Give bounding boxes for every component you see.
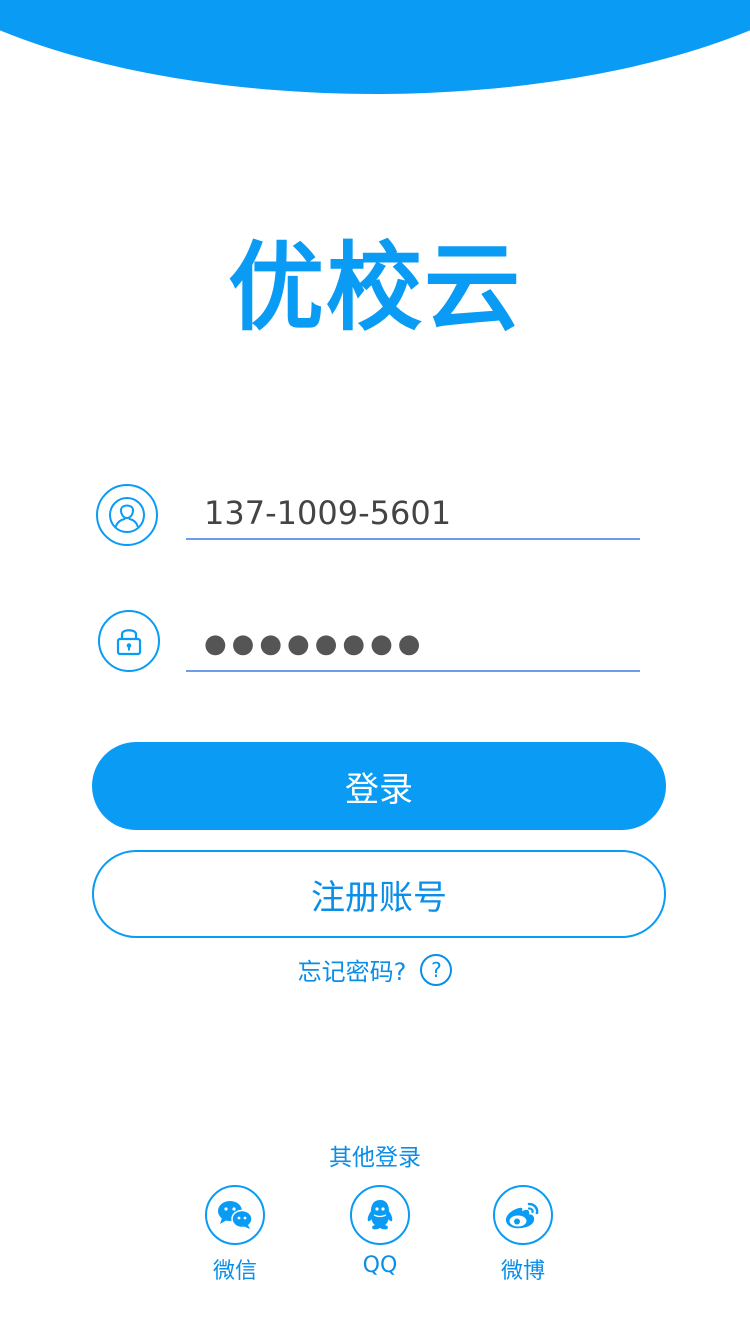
password-field-row (96, 608, 640, 678)
login-page: 优校云 登录 注册账号 忘记密码? ? 其他登录 (0, 0, 750, 1334)
other-login-title: 其他登录 (329, 1145, 421, 1171)
weibo-login-button[interactable] (493, 1185, 553, 1245)
question-icon: ? (420, 953, 453, 986)
app-title: 优校云 (228, 232, 522, 344)
phone-input[interactable] (186, 482, 640, 540)
qq-login[interactable]: QQ (330, 1185, 430, 1278)
login-button[interactable]: 登录 (92, 742, 666, 830)
weibo-login[interactable]: 微博 (473, 1185, 573, 1285)
register-button[interactable]: 注册账号 (92, 850, 666, 938)
qq-label: QQ (362, 1253, 398, 1278)
qq-icon (367, 1200, 393, 1230)
header-arc (0, 0, 750, 94)
wechat-login-button[interactable] (205, 1185, 265, 1245)
forgot-password-label: 忘记密码? (297, 958, 407, 986)
weibo-icon (505, 1202, 539, 1229)
forgot-password-link[interactable]: 忘记密码? ? (0, 952, 750, 987)
wechat-icon (218, 1201, 253, 1229)
password-input[interactable] (186, 612, 640, 672)
wechat-label: 微信 (212, 1259, 257, 1284)
qq-login-button[interactable] (350, 1185, 410, 1245)
user-icon (96, 484, 158, 546)
lock-icon (98, 610, 160, 672)
phone-field-row (96, 482, 640, 552)
wechat-login[interactable]: 微信 (185, 1185, 285, 1285)
weibo-label: 微博 (500, 1259, 545, 1284)
